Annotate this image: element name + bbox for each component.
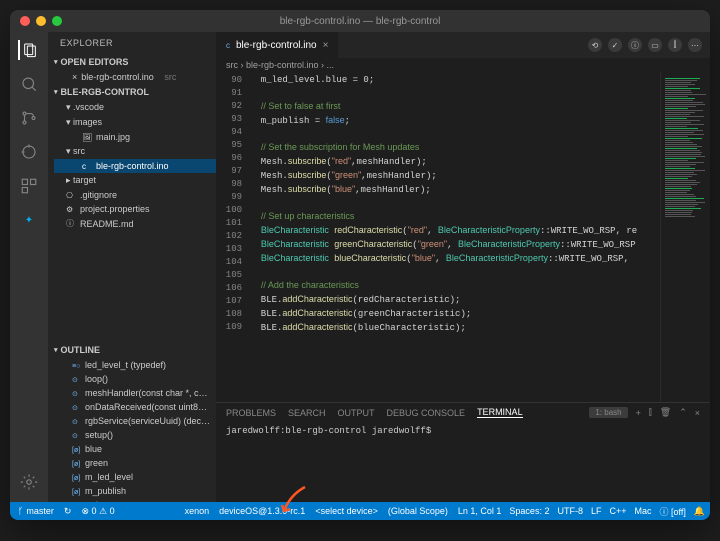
terminal-content[interactable]: jaredwolff:ble-rgb-control jaredwolff$: [216, 422, 710, 502]
outline-item[interactable]: [ø]m_publish: [54, 484, 216, 498]
file-item[interactable]: cble-rgb-control.ino: [54, 159, 216, 173]
more-icon[interactable]: ⋯: [688, 38, 702, 52]
close-panel-icon[interactable]: ×: [695, 408, 700, 418]
minimap[interactable]: [660, 72, 710, 402]
tab-bar: c ble-rgb-control.ino × ⟲ ✓ ⓘ ▭ ⫿ ⋯: [216, 32, 710, 58]
problems-status[interactable]: ⊗ 0 ⚠ 0: [81, 506, 114, 517]
panel-tab-debug[interactable]: DEBUG CONSOLE: [387, 408, 466, 418]
sidebar-title: EXPLORER: [48, 32, 216, 54]
folder-item[interactable]: ▾ .vscode: [54, 100, 216, 115]
close-window-button[interactable]: [20, 16, 30, 26]
terminal-selector[interactable]: 1: bash: [589, 407, 627, 418]
open-editor-item[interactable]: × ble-rgb-control.ino src: [54, 70, 216, 84]
folder-item[interactable]: ▸ target: [54, 173, 216, 188]
outline-item[interactable]: ⊙onDataReceived(const uint8_t *, size_t,…: [54, 400, 216, 414]
indentation[interactable]: Spaces: 2: [509, 505, 549, 518]
project-header[interactable]: ▾BLE-RGB-CONTROL: [48, 84, 216, 100]
sync-status[interactable]: ↻: [64, 506, 72, 517]
folder-item[interactable]: ▾ src: [54, 144, 216, 159]
split-terminal-icon[interactable]: ⫿: [649, 407, 652, 418]
panel-tabs: PROBLEMS SEARCH OUTPUT DEBUG CONSOLE TER…: [216, 403, 710, 422]
file-item[interactable]: ⚙project.properties: [54, 202, 216, 216]
window-title: ble-rgb-control.ino — ble-rgb-control: [280, 16, 441, 27]
scope[interactable]: (Global Scope): [388, 506, 448, 516]
os-mode[interactable]: Mac: [634, 505, 651, 518]
panel-tab-terminal[interactable]: TERMINAL: [477, 407, 523, 418]
minimize-window-button[interactable]: [36, 16, 46, 26]
file-item[interactable]: 🖼main.jpg: [54, 130, 216, 144]
outline-item[interactable]: [ø]blue: [54, 442, 216, 456]
outline-item[interactable]: ⊙setup(): [54, 428, 216, 442]
debug-icon[interactable]: [19, 142, 39, 162]
delete-terminal-icon[interactable]: 🗑: [660, 407, 671, 418]
panel-tab-search[interactable]: SEARCH: [288, 408, 326, 418]
settings-icon[interactable]: [19, 472, 39, 492]
folder-item[interactable]: ▾ images: [54, 115, 216, 130]
split-editor-icon[interactable]: ⫿: [668, 38, 682, 52]
project-section: ▾BLE-RGB-CONTROL ▾ .vscode▾ images🖼main.…: [48, 84, 216, 231]
device-os[interactable]: deviceOS@1.3.0-rc.1: [219, 506, 305, 516]
main-area: ✦ EXPLORER ▾OPEN EDITORS × ble-rgb-contr…: [10, 32, 710, 502]
action-icon[interactable]: ▭: [648, 38, 662, 52]
extensions-icon[interactable]: [19, 176, 39, 196]
vscode-window: ble-rgb-control.ino — ble-rgb-control ✦ …: [10, 10, 710, 520]
action-icon[interactable]: ⟲: [588, 38, 602, 52]
notifications-icon[interactable]: 🔔: [694, 505, 705, 518]
select-device[interactable]: <select device>: [315, 506, 378, 516]
info-status[interactable]: ⓘ [off]: [660, 505, 686, 518]
editor-area: c ble-rgb-control.ino × ⟲ ✓ ⓘ ▭ ⫿ ⋯ src …: [216, 32, 710, 502]
outline-section: ▾OUTLINE ≡○led_level_t (typedef)⊙loop()⊙…: [48, 342, 216, 502]
titlebar: ble-rgb-control.ino — ble-rgb-control: [10, 10, 710, 32]
open-editors-section: ▾OPEN EDITORS × ble-rgb-control.ino src: [48, 54, 216, 84]
outline-item[interactable]: [ø]m_led_level: [54, 470, 216, 484]
editor-tab[interactable]: c ble-rgb-control.ino ×: [216, 32, 339, 58]
outline-header[interactable]: ▾OUTLINE: [48, 342, 216, 358]
outline-item[interactable]: ⊙meshHandler(const char *, const char *): [54, 386, 216, 400]
source-control-icon[interactable]: [19, 108, 39, 128]
code-editor[interactable]: 90 91 92 93 94 95 96 97 98 99 100 101 10…: [216, 72, 710, 402]
sidebar: EXPLORER ▾OPEN EDITORS × ble-rgb-control…: [48, 32, 216, 502]
maximize-panel-icon[interactable]: ⌃: [679, 407, 687, 418]
traffic-lights: [20, 16, 62, 26]
panel-tab-output[interactable]: OUTPUT: [338, 408, 375, 418]
editor-actions: ⟲ ✓ ⓘ ▭ ⫿ ⋯: [588, 38, 710, 52]
action-icon[interactable]: ✓: [608, 38, 622, 52]
breadcrumb[interactable]: src › ble-rgb-control.ino › ...: [216, 58, 710, 72]
eol[interactable]: LF: [591, 505, 602, 518]
file-item[interactable]: ⎔.gitignore: [54, 188, 216, 202]
activity-bar: ✦: [10, 32, 48, 502]
cursor-position[interactable]: Ln 1, Col 1: [458, 505, 502, 518]
close-tab-icon[interactable]: ×: [323, 40, 329, 51]
language-mode[interactable]: C++: [609, 505, 626, 518]
action-icon[interactable]: ⓘ: [628, 38, 642, 52]
target-device[interactable]: xenon: [185, 506, 210, 516]
code-content[interactable]: m_led_level.blue = 0; // Set to false at…: [250, 72, 660, 402]
particle-icon[interactable]: ✦: [19, 210, 39, 230]
bottom-panel: PROBLEMS SEARCH OUTPUT DEBUG CONSOLE TER…: [216, 402, 710, 502]
explorer-icon[interactable]: [18, 40, 38, 60]
maximize-window-button[interactable]: [52, 16, 62, 26]
open-editors-header[interactable]: ▾OPEN EDITORS: [48, 54, 216, 70]
git-branch[interactable]: ᚶ master: [18, 506, 54, 516]
panel-tab-problems[interactable]: PROBLEMS: [226, 408, 276, 418]
outline-item[interactable]: [ø]green: [54, 456, 216, 470]
outline-item[interactable]: ⊙loop(): [54, 372, 216, 386]
search-icon[interactable]: [19, 74, 39, 94]
outline-item[interactable]: ⊙rgbService(serviceUuid) (declaration): [54, 414, 216, 428]
outline-item[interactable]: ≡○led_level_t (typedef): [54, 358, 216, 372]
encoding[interactable]: UTF-8: [557, 505, 583, 518]
line-gutter: 90 91 92 93 94 95 96 97 98 99 100 101 10…: [216, 72, 250, 402]
file-item[interactable]: ⓘREADME.md: [54, 216, 216, 231]
new-terminal-icon[interactable]: +: [636, 408, 641, 418]
status-bar: ᚶ master ↻ ⊗ 0 ⚠ 0 xenon deviceOS@1.3.0-…: [10, 502, 710, 520]
